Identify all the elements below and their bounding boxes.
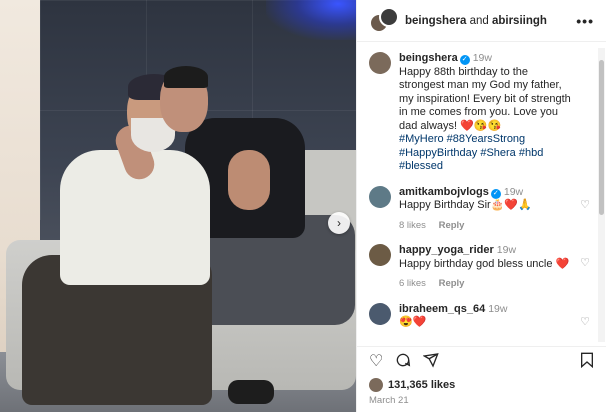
post-side-panel: beingshera and abirsiingh ••• beingshera… [356, 0, 606, 412]
comment-username[interactable]: ibraheem_qs_64 [399, 303, 485, 315]
scrollbar-thumb[interactable] [599, 60, 604, 215]
avatar[interactable] [369, 378, 383, 392]
comment-username[interactable]: amitkambojvlogs [399, 186, 489, 198]
verified-badge-icon: ✓ [459, 55, 470, 65]
avatar[interactable] [369, 244, 391, 266]
comment-item: happy_yoga_rider 19w Happy birthday god b… [369, 244, 594, 291]
comment-time: 19w [503, 185, 524, 198]
reply-button[interactable]: Reply [439, 220, 465, 231]
comment-icon[interactable] [395, 352, 411, 372]
reply-button[interactable]: Reply [439, 278, 465, 289]
post-photo[interactable]: › [0, 0, 356, 412]
header-user2[interactable]: abirsiingh [492, 15, 547, 27]
comment-item: ibraheem_qs_64 19w 😍❤️ ♡ [369, 302, 594, 330]
avatar[interactable] [369, 52, 391, 74]
comment-meta: 6 likes Reply [399, 277, 576, 291]
comment-body: happy_yoga_rider 19w Happy birthday god b… [399, 244, 594, 291]
caption-time: 19w [472, 52, 492, 64]
heart-icon[interactable]: ♡ [369, 353, 383, 370]
caption-username[interactable]: beingshera [399, 52, 458, 64]
caption: beingshera ✓ 19w Happy 88th birthday to th… [369, 52, 594, 174]
heart-icon[interactable]: ♡ [580, 198, 590, 211]
comment-likes[interactable]: 6 likes [399, 278, 426, 289]
header-avatars[interactable] [369, 6, 399, 35]
comment-text: Happy Birthday Sir🎂❤️🙏 [399, 199, 532, 211]
share-icon[interactable] [422, 352, 440, 372]
comment-body: ibraheem_qs_64 19w 😍❤️ [399, 303, 594, 330]
post-header: beingshera and abirsiingh ••• [357, 0, 606, 42]
comment-time: 19w [488, 302, 508, 315]
caption-text: Happy 88th birthday to the strongest man… [399, 65, 571, 132]
likes-count[interactable]: 131,365 likes [388, 379, 455, 391]
avatar[interactable] [379, 6, 399, 27]
verified-badge-icon: ✓ [490, 188, 501, 199]
caption-body: beingshera ✓ 19w Happy 88th birthday to th… [399, 52, 594, 174]
header-and: and [469, 14, 489, 27]
chevron-right-icon: › [337, 216, 341, 230]
heart-icon[interactable]: ♡ [580, 256, 590, 269]
comment-body: amitkambojvlogs ✓ 19w Happy Birthday Sir🎂❤… [399, 186, 594, 233]
son-hair [164, 66, 208, 88]
comment-username[interactable]: happy_yoga_rider [399, 244, 494, 256]
more-options-button[interactable]: ••• [576, 13, 594, 29]
comments-section[interactable]: beingshera ✓ 19w Happy 88th birthday to th… [357, 42, 606, 346]
shoes [228, 380, 274, 404]
post-modal: › beingshera and abirsiingh ••• beingshe… [0, 0, 606, 412]
next-photo-button[interactable]: › [328, 212, 350, 234]
bookmark-icon[interactable] [580, 352, 594, 372]
comment-text: 😍❤️ [399, 316, 427, 328]
comment-likes[interactable]: 8 likes [399, 220, 426, 231]
comment-text: Happy birthday god bless uncle ❤️ [399, 257, 570, 270]
avatar[interactable] [369, 302, 391, 325]
comment-time: 19w [496, 244, 517, 256]
header-usernames: beingshera and abirsiingh [405, 15, 547, 27]
header-user1[interactable]: beingshera [405, 15, 466, 27]
avatar[interactable] [369, 185, 391, 208]
likes-row: 131,365 likes [357, 376, 606, 394]
comment-item: amitkambojvlogs ✓ 19w Happy Birthday Sir🎂❤… [369, 185, 594, 233]
caption-hashtags[interactable]: #MyHero #88YearsStrong #HappyBirthday #S… [399, 133, 576, 174]
blue-light [266, 0, 356, 40]
son-arm [228, 150, 270, 210]
action-bar: ♡ [357, 346, 606, 376]
heart-icon[interactable]: ♡ [580, 315, 590, 328]
comment-meta: 8 likes Reply [399, 219, 576, 233]
post-date[interactable]: March 21 [357, 394, 606, 412]
